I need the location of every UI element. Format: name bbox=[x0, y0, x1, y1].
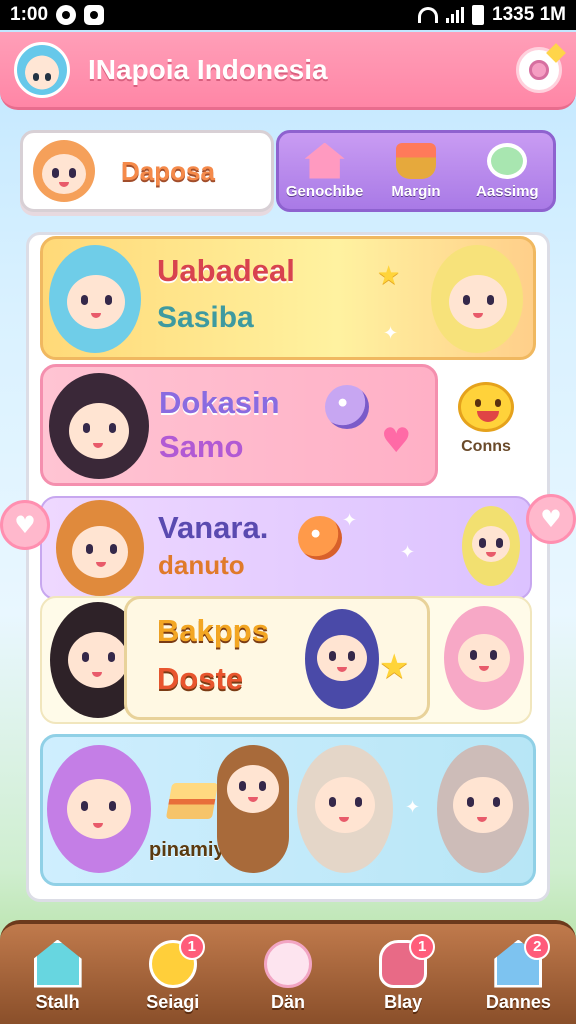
menu-item-margin[interactable]: Margin bbox=[371, 142, 461, 200]
notification-badge: 2 bbox=[524, 933, 551, 960]
character-card[interactable]: Uabadeal Sasiba ★ ✦ bbox=[40, 236, 536, 360]
character-avatar bbox=[297, 745, 393, 873]
sparkle-icon: ✦ bbox=[342, 510, 358, 531]
character-avatar bbox=[49, 373, 149, 479]
bottom-navigation: Stalh 1 Seiagi Dän 1 Blay 2 Dannes bbox=[0, 920, 576, 1024]
character-card[interactable]: Bakpps Doste ★ bbox=[124, 596, 430, 720]
heart-icon: ♥ bbox=[14, 511, 36, 539]
nav-label: Seiagi bbox=[146, 991, 200, 1012]
notification-badge: 1 bbox=[409, 933, 436, 960]
battery-icon bbox=[472, 5, 485, 25]
previous-heart-button[interactable]: ♥ bbox=[0, 500, 50, 550]
chat-reaction[interactable]: Conns bbox=[458, 382, 514, 456]
record-icon bbox=[56, 5, 77, 25]
menu-item-label: Margin bbox=[391, 182, 441, 200]
signal-icon bbox=[446, 7, 465, 23]
character-avatar bbox=[33, 140, 95, 202]
menu-item-aassimg[interactable]: Aassimg bbox=[462, 142, 552, 200]
house-icon bbox=[304, 142, 345, 179]
star-icon: ★ bbox=[379, 647, 410, 687]
character-avatar bbox=[56, 500, 144, 596]
swirl-icon bbox=[487, 142, 528, 179]
character-card[interactable]: Dokasin Samo ♥ bbox=[40, 364, 438, 486]
nav-item-seiagi[interactable]: 1 Seiagi bbox=[123, 933, 223, 1013]
lollipop-icon bbox=[298, 516, 342, 560]
status-time: 1:00 bbox=[10, 4, 49, 25]
heart-icon: ♥ bbox=[540, 505, 562, 533]
nav-item-dannes[interactable]: 2 Dannes bbox=[468, 933, 568, 1013]
character-avatar bbox=[305, 609, 379, 709]
star-icon: ★ bbox=[377, 261, 401, 291]
profile-name: Daposa bbox=[121, 155, 215, 186]
character-avatar bbox=[49, 245, 141, 353]
nav-label: Dannes bbox=[485, 991, 551, 1012]
side-label: Conns bbox=[461, 438, 511, 455]
nav-item-stalh[interactable]: Stalh bbox=[8, 939, 108, 1013]
card-title: Dokasin bbox=[159, 385, 280, 420]
notification-badge: 1 bbox=[178, 933, 205, 960]
card-subtitle: Sasiba bbox=[157, 301, 254, 334]
notification-icon bbox=[84, 5, 105, 25]
home-icon bbox=[33, 939, 82, 988]
sparkle-icon: ✦ bbox=[383, 323, 399, 344]
wifi-icon bbox=[418, 7, 439, 23]
card-subtitle: Doste bbox=[157, 661, 244, 696]
card-subtitle: Samo bbox=[159, 429, 244, 464]
category-menu: Genochibe Margin Aassimg bbox=[276, 130, 556, 212]
status-right-time: 1335 1M bbox=[492, 4, 566, 25]
flower-basket-icon bbox=[395, 142, 436, 179]
character-avatar bbox=[462, 506, 520, 586]
nav-label: Blay bbox=[384, 991, 423, 1012]
nav-label: Dän bbox=[270, 991, 305, 1012]
nav-item-blay[interactable]: 1 Blay bbox=[353, 933, 453, 1013]
card-subtitle: danuto bbox=[158, 550, 245, 580]
card-subtitle: pinamiy bbox=[149, 839, 225, 861]
smiley-icon bbox=[458, 382, 514, 432]
character-avatar bbox=[444, 606, 524, 710]
character-avatar bbox=[47, 745, 151, 873]
sparkle-icon: ✦ bbox=[400, 542, 416, 563]
character-avatar bbox=[431, 245, 523, 353]
character-avatar bbox=[217, 745, 289, 873]
next-heart-button[interactable]: ♥ bbox=[526, 494, 576, 544]
card-title: Uabadeal bbox=[157, 253, 295, 288]
app-header: INapoia Indonesia bbox=[0, 32, 576, 110]
character-card[interactable]: pinamiy ✦ bbox=[40, 734, 536, 886]
nav-label: Stalh bbox=[35, 991, 80, 1012]
character-avatar bbox=[437, 745, 529, 873]
menu-item-label: Genochibe bbox=[285, 182, 364, 200]
app-title: INapoia Indonesia bbox=[88, 53, 328, 85]
nav-item-dan[interactable]: Dän bbox=[238, 939, 338, 1013]
card-title: Bakpps bbox=[157, 613, 269, 648]
candy-icon bbox=[325, 385, 369, 429]
menu-item-label: Aassimg bbox=[476, 182, 539, 200]
chat-bubble-icon bbox=[263, 939, 312, 988]
candy-icon bbox=[529, 59, 549, 80]
status-bar: 1:00 1335 1M bbox=[0, 0, 576, 30]
profile-card[interactable]: Daposa bbox=[20, 130, 274, 212]
user-avatar[interactable] bbox=[14, 41, 70, 98]
sparkle-icon: ✦ bbox=[405, 797, 421, 818]
heart-icon: ♥ bbox=[381, 421, 412, 461]
character-card[interactable]: Vanara. danuto ✦ ✦ bbox=[40, 496, 532, 600]
menu-item-genochibe[interactable]: Genochibe bbox=[280, 142, 370, 200]
cake-icon bbox=[165, 783, 219, 819]
card-title: Vanara. bbox=[158, 510, 269, 545]
profile-button[interactable] bbox=[516, 46, 562, 93]
